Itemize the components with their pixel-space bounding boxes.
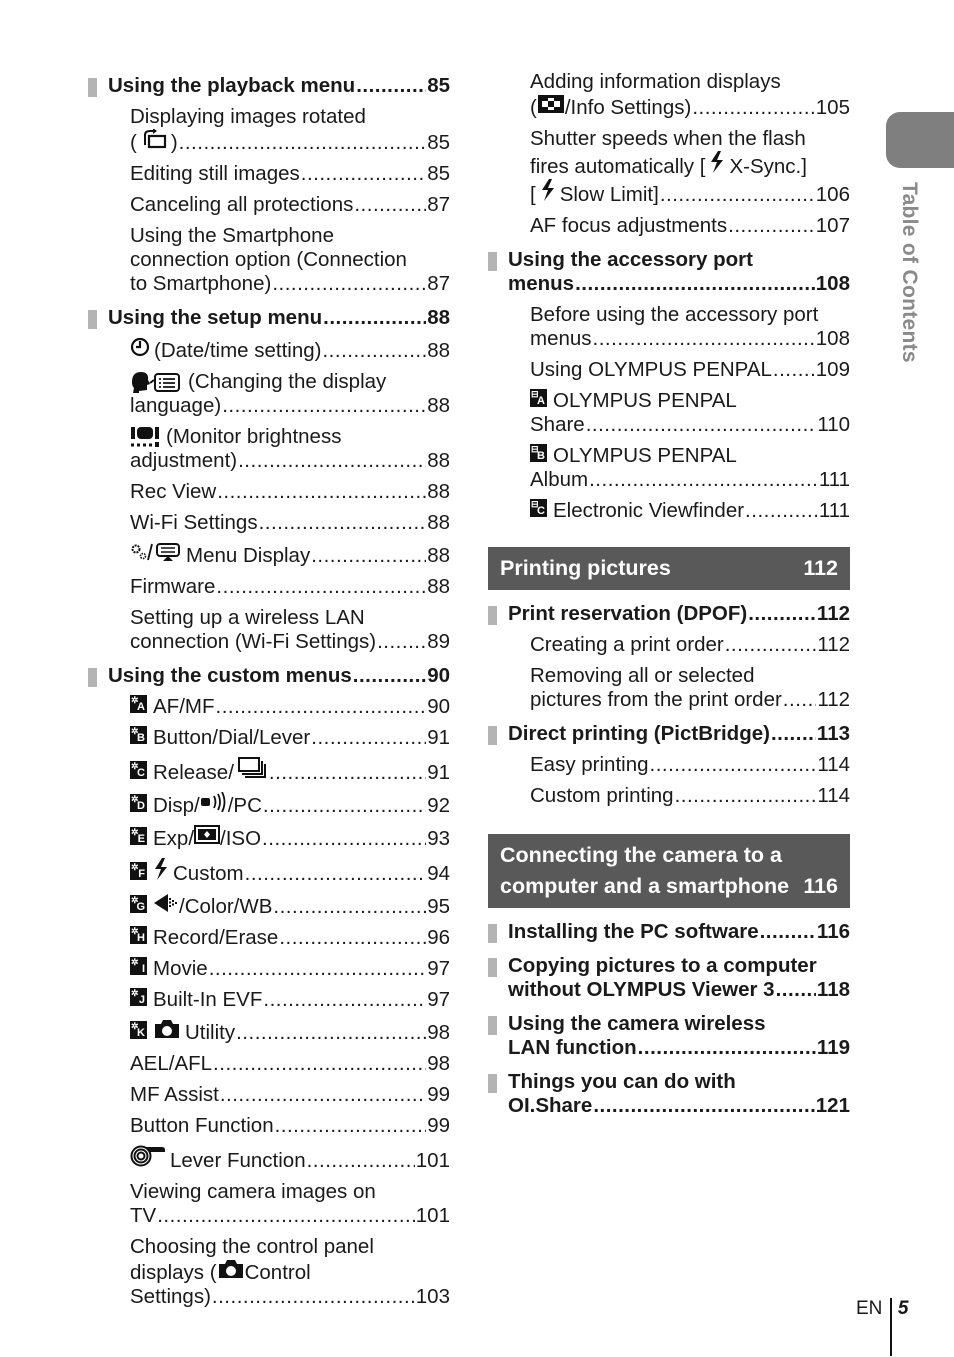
toc-item[interactable]: Displaying images rotated ()85 [88,105,450,155]
toc-item[interactable]: ✲JBuilt-In EVF97 [88,988,450,1012]
toc-item[interactable]: Using the Smartphone connection option (… [88,224,450,296]
toc-heading-playback[interactable]: Using the playback menu85 [88,74,450,98]
toc-item[interactable]: ✲IMovie97 [88,957,450,981]
camera-icon [218,1260,243,1278]
toc-item[interactable]: Creating a print order112 [488,633,850,657]
footer-divider [890,1298,892,1356]
sequential-shooting-icon [237,757,266,778]
toc-item[interactable]: ✲BButton/Dial/Lever91 [88,726,450,750]
toc-item[interactable]: Adding information displays (/Info Setti… [488,70,850,120]
metering-icon [194,825,221,844]
flash-icon [711,151,724,173]
image-quality-icon [154,894,177,912]
custom-menu-b-icon: ✲ B [130,726,147,744]
custom-menu-e-icon: ✲ E [130,827,147,845]
toc-item[interactable]: Rec View88 [88,480,450,504]
toc-heading-accessory[interactable]: Using the accessory port menus108 [488,248,850,296]
toc-item[interactable]: ✲AAF/MF90 [88,695,450,719]
toc-item[interactable]: ✲FCustom94 [88,858,450,886]
toc-heading-wireless[interactable]: Using the camera wireless LAN function11… [488,1012,850,1060]
toc-item[interactable]: Editing still images85 [88,162,450,186]
toc-item[interactable]: ✲CRelease/91 [88,757,450,785]
toc-heading-dpof[interactable]: Print reservation (DPOF)112 [488,602,850,626]
toc-item[interactable]: Choosing the control panel displays (Con… [88,1235,450,1309]
language-icon [132,372,180,393]
toc-heading-setup[interactable]: Using the setup menu88 [88,306,450,330]
custom-menu-c-icon: ✲ C [130,761,147,779]
toc-item[interactable]: Lever Function101 [88,1145,450,1173]
toc-item[interactable]: (Changing the display language)88 [88,370,450,418]
toc-item[interactable]: Custom printing114 [488,784,850,808]
toc-item[interactable]: Easy printing114 [488,753,850,777]
toc-item[interactable]: Setting up a wireless LAN connection (Wi… [88,606,450,654]
toc-item[interactable]: Menu Display88 [88,542,450,568]
toc-item[interactable]: (Monitor brightness adjustment)88 [88,425,450,473]
toc-item[interactable]: ✲HRecord/Erase96 [88,926,450,950]
toc-item[interactable]: Shutter speeds when the flash fires auto… [488,127,850,207]
camera-icon [155,1020,179,1038]
gear-slash-menu-icon [131,543,180,561]
clock-icon [130,337,150,357]
custom-menu-j-icon: ✲ J [130,988,147,1006]
toc-item[interactable]: Using OLYMPUS PENPAL109 [488,358,850,382]
toc-item[interactable]: Wi-Fi Settings88 [88,511,450,535]
toc-heading-pictbridge[interactable]: Direct printing (PictBridge)113 [488,722,850,746]
toc-item[interactable]: Viewing camera images on TV101 [88,1180,450,1228]
toc-item[interactable]: Removing all or selected pictures from t… [488,664,850,712]
lever-icon [130,1145,165,1167]
accessory-menu-c-icon: ⊟ C [530,499,547,517]
toc-item[interactable]: ✲DDisp//PC92 [88,792,450,818]
monitor-brightness-icon [131,427,159,447]
custom-menu-h-icon: ✲ H [130,926,147,944]
toc-right-column: Adding information displays (/Info Setti… [488,70,850,1125]
custom-menu-d-icon: ✲ D [130,794,147,812]
toc-item[interactable]: ✲EExp//ISO93 [88,825,450,851]
section-bar-connecting[interactable]: Connecting the camera to a computer and … [488,834,850,908]
section-tab [886,112,954,168]
toc-item[interactable]: ✲KUtility98 [88,1019,450,1045]
toc-item[interactable]: Canceling all protections87 [88,193,450,217]
custom-menu-f-icon: ✲ F [130,862,147,880]
toc-heading-oishare[interactable]: Things you can do with OI.Share121 [488,1070,850,1118]
rotate-icon [143,129,166,149]
page-footer: EN 5 [856,1298,908,1356]
toc-item[interactable]: Before using the accessory port menus108 [488,303,850,351]
toc-item[interactable]: ⊟AOLYMPUS PENPAL Share110 [488,389,850,437]
section-tab-label: Table of Contents [898,182,921,363]
flash-icon [155,858,167,880]
info-display-icon [537,95,564,113]
custom-menu-i-icon: ✲ I [130,957,147,975]
toc-item[interactable]: ⊟BOLYMPUS PENPAL Album111 [488,444,850,492]
page-number: 5 [897,1298,909,1319]
toc-heading-pc-software[interactable]: Installing the PC software116 [488,920,850,944]
custom-menu-k-icon: ✲ K [130,1021,147,1039]
language-code: EN [856,1298,883,1319]
toc-item[interactable]: AF focus adjustments107 [488,214,850,238]
toc-heading-copying[interactable]: Copying pictures to a computer without O… [488,954,850,1002]
toc-item[interactable]: MF Assist99 [88,1083,450,1107]
flash-icon [541,179,554,201]
section-bar-printing[interactable]: Printing pictures 112 [488,547,850,590]
toc-left-column: Using the playback menu85 Displaying ima… [88,70,450,1316]
custom-menu-g-icon: ✲ G [130,895,147,913]
beep-icon [200,792,226,812]
custom-menu-a-icon: ✲ A [130,695,147,713]
toc-item[interactable]: ✲G/Color/WB95 [88,893,450,919]
toc-item[interactable]: Firmware88 [88,575,450,599]
toc-heading-custom[interactable]: Using the custom menus90 [88,664,450,688]
toc-item[interactable]: Button Function99 [88,1114,450,1138]
toc-item[interactable]: (Date/time setting)88 [88,337,450,363]
accessory-menu-b-icon: ⊟ B [530,444,547,462]
accessory-menu-a-icon: ⊟ A [530,389,547,407]
toc-item[interactable]: ⊟CElectronic Viewfinder111 [488,499,850,523]
toc-item[interactable]: AEL/AFL98 [88,1052,450,1076]
